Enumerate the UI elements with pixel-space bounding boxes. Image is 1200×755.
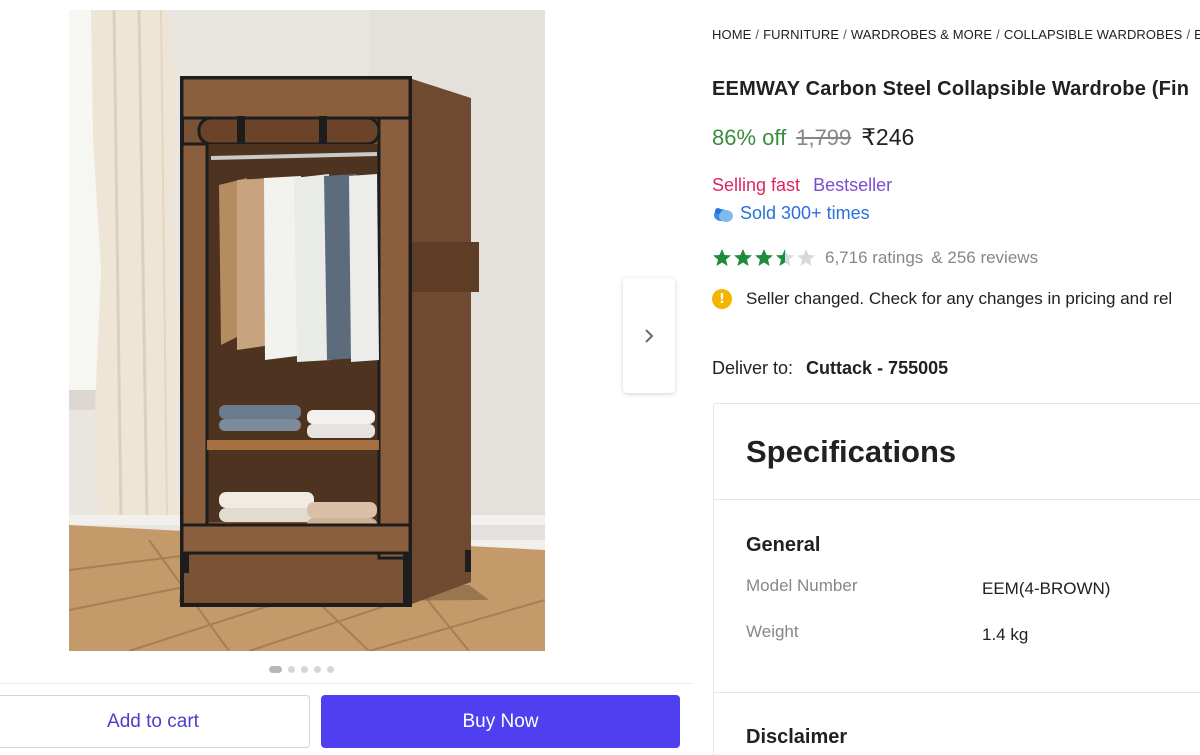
shopping-bag-icon [714, 207, 733, 222]
star-icon [755, 249, 773, 266]
sold-count: Sold 300+ times [712, 203, 870, 224]
product-badges: Selling fast Bestseller [712, 175, 892, 196]
specifications-title: Specifications [746, 434, 957, 469]
pagination-dot[interactable] [327, 666, 334, 673]
product-image[interactable] [69, 10, 545, 651]
pagination-dot[interactable] [269, 666, 282, 673]
star-icon [776, 249, 794, 266]
breadcrumb-collapsible-wardrobes[interactable]: COLLAPSIBLE WARDROBES [1004, 27, 1183, 42]
chevron-right-icon [645, 328, 654, 343]
spec-key: Weight [746, 622, 799, 641]
breadcrumb: HOME / FURNITURE / WARDROBES & MORE / COLLAPSI… [712, 27, 1200, 42]
seller-notice: ! Seller changed. Check for any changes … [712, 289, 1172, 309]
selling-price: ₹246 [861, 124, 915, 150]
discount-percent: 86% off [712, 125, 787, 150]
pagination-dot[interactable] [288, 666, 295, 673]
breadcrumb-wardrobes[interactable]: WARDROBES & MORE [851, 27, 992, 42]
buy-now-button[interactable]: Buy Now [321, 695, 680, 748]
deliver-label: Deliver to: [712, 358, 794, 378]
spec-key: Model Number [746, 576, 858, 595]
star-icon [797, 249, 815, 266]
deliver-pincode: Cuttack - 755005 [806, 358, 949, 378]
sold-count-text: Sold 300+ times [740, 203, 870, 223]
ratings-count: 6,716 ratings [825, 248, 924, 267]
breadcrumb-furniture[interactable]: FURNITURE [763, 27, 839, 42]
star-icon [713, 249, 731, 266]
star-rating [712, 248, 816, 268]
spec-value: 1.4 kg [982, 625, 1029, 644]
spec-value: EEM(4-BROWN) [982, 579, 1111, 598]
disclaimer-heading: Disclaimer [746, 726, 848, 748]
original-price: 1,799 [796, 125, 852, 150]
breadcrumb-home[interactable]: HOME [712, 27, 751, 42]
breadcrumb-product[interactable]: EE [1194, 27, 1200, 42]
pagination-dot[interactable] [301, 666, 308, 673]
info-icon: ! [712, 289, 732, 309]
spec-divider [714, 692, 1200, 693]
rating-row[interactable]: 6,716 ratings & 256 reviews [712, 248, 1038, 268]
selling-fast-badge: Selling fast [712, 175, 801, 195]
product-title: EEMWAY Carbon Steel Collapsible Wardrobe… [712, 78, 1190, 100]
seller-notice-text: Seller changed. Check for any changes in… [746, 289, 1173, 308]
next-image-button[interactable] [623, 278, 675, 393]
pagination-dot[interactable] [314, 666, 321, 673]
delivery-location[interactable]: Deliver to: Cuttack - 755005 [712, 358, 948, 379]
star-icon [734, 249, 752, 266]
spec-section-general: General [746, 534, 821, 556]
specifications-header: Specifications [714, 404, 1200, 500]
specifications-card: Specifications General Model Number EEM(… [713, 403, 1200, 755]
bestseller-badge: Bestseller [813, 175, 893, 195]
gallery-pagination [269, 666, 334, 673]
price-row: 86% off 1,799 ₹246 [712, 124, 914, 151]
add-to-cart-button[interactable]: Add to cart [0, 695, 310, 748]
reviews-count: & 256 reviews [931, 248, 1039, 267]
